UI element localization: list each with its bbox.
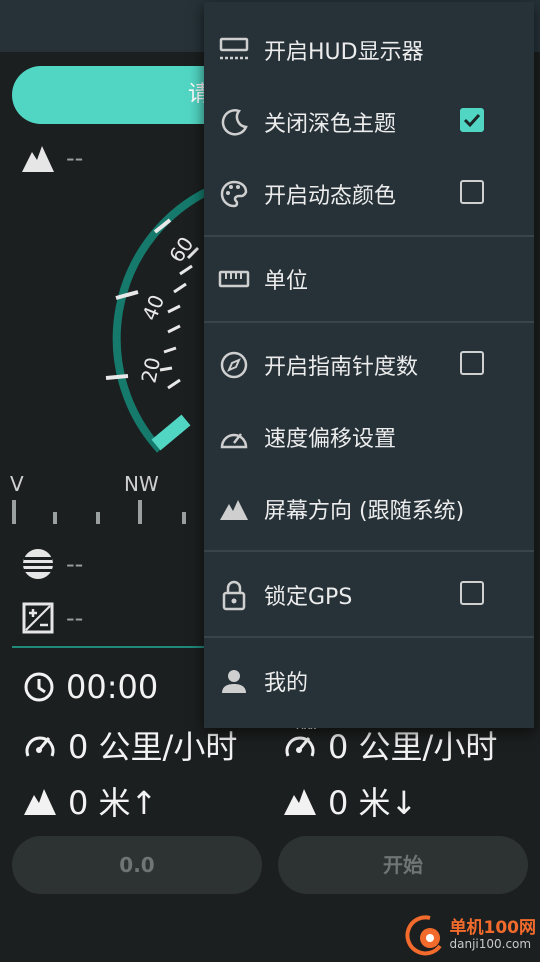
gauge-tick bbox=[167, 304, 181, 314]
speedometer-icon bbox=[22, 728, 58, 762]
watermark-site: 单机100网 bbox=[449, 918, 537, 938]
menu-item-label: 开启动态颜色 bbox=[264, 184, 397, 209]
menu-item-label: 我的 bbox=[264, 671, 309, 696]
gauge-tick bbox=[173, 282, 187, 294]
mountain-icon bbox=[218, 493, 250, 525]
menu-divider bbox=[204, 235, 534, 237]
info-row: -- bbox=[20, 600, 83, 636]
menu-item-screen-orientation[interactable]: 屏幕方向 (跟随系统) bbox=[204, 478, 534, 540]
menu-item-compass-degrees[interactable]: 开启指南针度数 bbox=[204, 334, 534, 396]
average-speed: 0 公里/小时 bbox=[22, 722, 237, 768]
person-icon bbox=[218, 665, 250, 697]
globe-lines-icon bbox=[20, 546, 56, 582]
menu-item-label: 屏幕方向 (跟随系统) bbox=[264, 499, 465, 524]
descent-value: 0 米↓ bbox=[328, 784, 418, 822]
section-divider bbox=[12, 646, 212, 648]
ascent-value: 0 米↑ bbox=[68, 784, 158, 822]
hud-display-icon bbox=[218, 34, 250, 66]
menu-item-profile[interactable]: 我的 bbox=[204, 650, 534, 712]
gauge-tick bbox=[179, 264, 193, 276]
ascent: 0 米↑ bbox=[22, 778, 157, 824]
info-row: -- bbox=[20, 546, 83, 582]
descent: 0 米↓ bbox=[282, 778, 417, 824]
gauge-label-60: 60 bbox=[164, 232, 198, 267]
max-speedometer-icon: MAX bbox=[282, 722, 318, 762]
gauge-tick bbox=[163, 346, 177, 354]
overflow-menu: 开启HUD显示器 关闭深色主题 开启动态颜色 单位 开启指南针度数 速度偏移设置… bbox=[204, 2, 534, 728]
compass-strip: V NW bbox=[0, 470, 210, 530]
elapsed-time-value: 00:00 bbox=[66, 668, 159, 706]
menu-item-label: 锁定GPS bbox=[264, 585, 353, 610]
gauge-needle bbox=[151, 414, 191, 451]
average-speed-value: 0 公里/小时 bbox=[68, 728, 238, 766]
menu-divider bbox=[204, 636, 534, 638]
altitude-value: -- bbox=[66, 144, 84, 172]
plus-minus-square-icon bbox=[20, 600, 56, 636]
gauge-label-20: 20 bbox=[136, 355, 165, 385]
lock-icon bbox=[218, 579, 250, 611]
gauge-tick bbox=[167, 324, 181, 334]
menu-item-dark-theme[interactable]: 关闭深色主题 bbox=[204, 91, 534, 153]
menu-item-label: 关闭深色主题 bbox=[264, 112, 397, 137]
gauge-tick bbox=[167, 378, 181, 390]
gauge-label-40: 40 bbox=[137, 291, 169, 324]
mountain-icon bbox=[282, 785, 318, 817]
dynamic-color-checkbox[interactable] bbox=[460, 180, 484, 204]
speedometer-icon bbox=[218, 421, 250, 453]
compass-icon bbox=[218, 349, 250, 381]
elapsed-time: 00:00 bbox=[22, 668, 158, 706]
menu-divider bbox=[204, 321, 534, 323]
info-value: -- bbox=[66, 604, 84, 632]
dark-theme-checkbox[interactable] bbox=[460, 108, 484, 132]
menu-item-units[interactable]: 单位 bbox=[204, 248, 534, 310]
info-value: -- bbox=[66, 550, 84, 578]
max-speed-value: 0 公里/小时 bbox=[328, 728, 498, 766]
menu-item-lock-gps[interactable]: 锁定GPS bbox=[204, 564, 534, 626]
speed-gauge: 20 40 60 bbox=[105, 186, 212, 453]
lock-gps-checkbox[interactable] bbox=[460, 581, 484, 605]
menu-item-label: 速度偏移设置 bbox=[264, 427, 397, 452]
menu-item-label: 开启指南针度数 bbox=[264, 355, 419, 380]
max-speed: MAX 0 公里/小时 bbox=[282, 722, 497, 768]
gauge-tick bbox=[105, 374, 129, 380]
watermark-logo-icon bbox=[400, 912, 446, 958]
watermark-url: danji100.com bbox=[449, 937, 532, 951]
start-button[interactable]: 开始 bbox=[278, 836, 528, 894]
menu-divider bbox=[204, 550, 534, 552]
menu-item-speed-offset[interactable]: 速度偏移设置 bbox=[204, 406, 534, 468]
clock-icon bbox=[22, 670, 56, 704]
menu-item-label: 开启HUD显示器 bbox=[264, 40, 424, 65]
palette-icon bbox=[218, 178, 250, 210]
menu-item-hud[interactable]: 开启HUD显示器 bbox=[204, 19, 534, 81]
menu-item-dynamic-color[interactable]: 开启动态颜色 bbox=[204, 163, 534, 225]
menu-item-label: 单位 bbox=[264, 269, 309, 294]
mountain-icon bbox=[22, 785, 58, 817]
distance-button[interactable]: 0.0 bbox=[12, 836, 262, 894]
moon-icon bbox=[218, 106, 250, 138]
ruler-icon bbox=[218, 263, 250, 295]
watermark: 单机100网 danji100.com bbox=[400, 912, 537, 958]
compass-degrees-checkbox[interactable] bbox=[460, 351, 484, 375]
